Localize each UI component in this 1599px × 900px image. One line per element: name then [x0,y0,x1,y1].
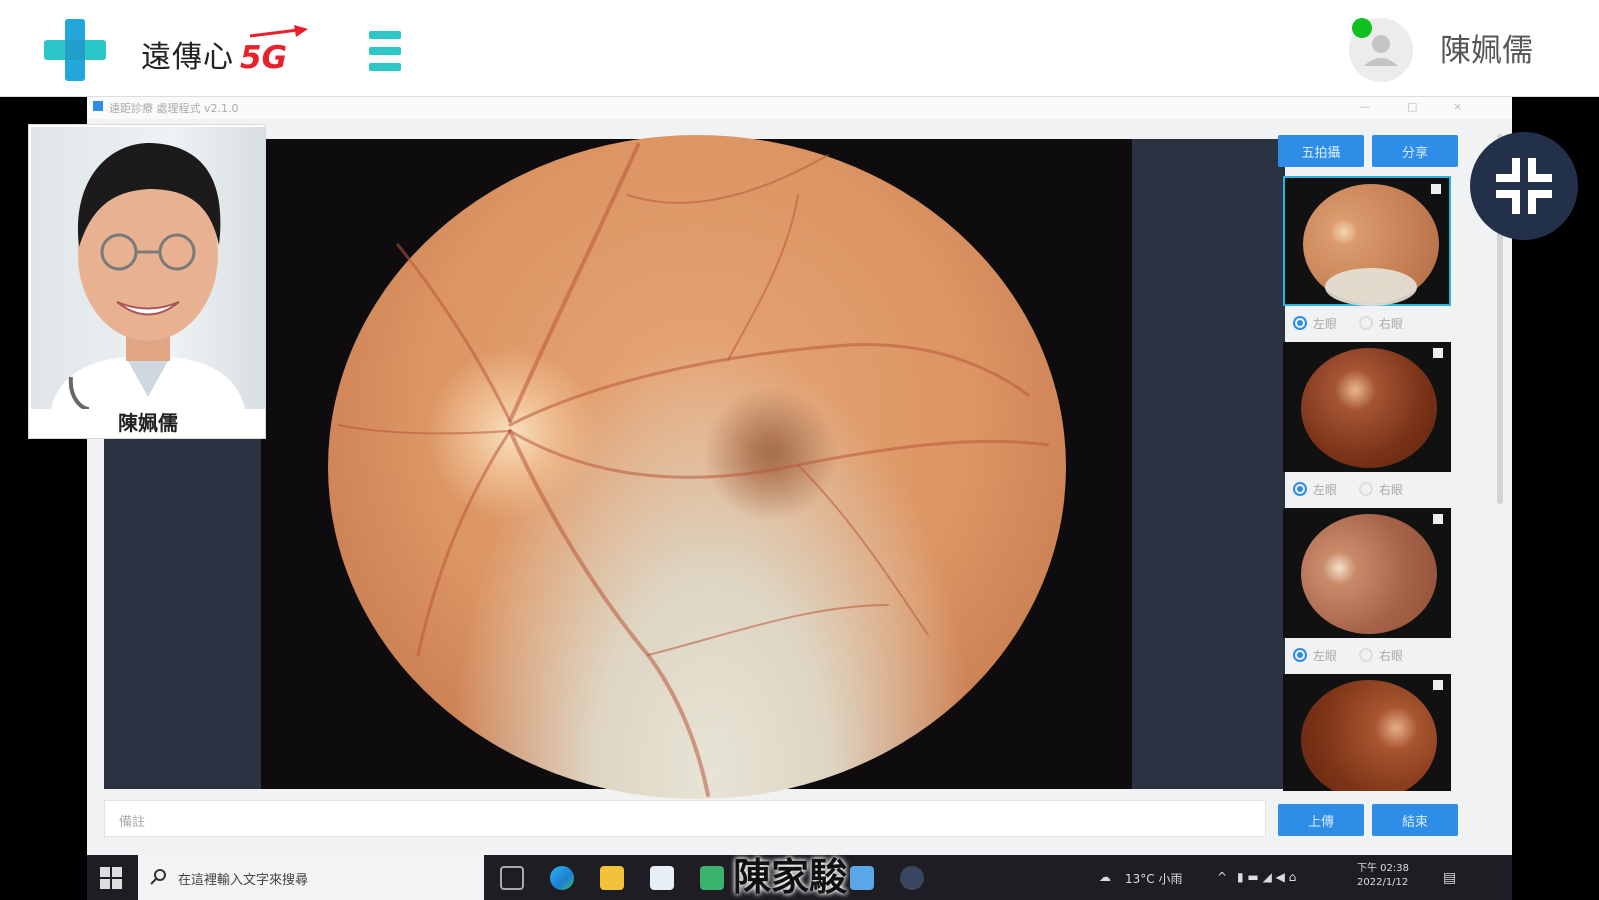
user-name[interactable]: 陳姵儒 [1440,30,1533,72]
left-eye-radio[interactable] [1293,648,1307,662]
store-icon[interactable] [650,866,674,890]
thumbnail-item[interactable] [1283,342,1451,472]
fundus-image [328,135,1066,799]
brand-suffix: 5G [240,40,288,76]
eye-selector: 左眼 右眼 [1293,313,1425,333]
left-eye-radio[interactable] [1293,482,1307,496]
share-button[interactable]: 分享 [1372,135,1458,167]
remote-participant-name: 陳家駿 [733,855,848,899]
search-icon [150,869,166,885]
app-icon [93,101,103,111]
eye-selector: 左眼 右眼 [1293,645,1425,665]
finish-button[interactable]: 結束 [1372,804,1458,836]
app-root: 遠傳心 5G 陳姵儒 遠距診療 處理程式 v2.1.0 — □ × 五拍攝 分享… [0,0,1599,900]
note-input[interactable]: 備註 [104,800,1266,837]
hamburger-menu-icon[interactable] [365,29,405,73]
arrow-icon [249,25,308,38]
delete-thumbnail-icon[interactable] [1431,184,1441,194]
windows-start-icon[interactable] [100,867,122,889]
right-eye-radio[interactable] [1359,316,1374,330]
capture-button[interactable]: 五拍攝 [1278,135,1364,167]
right-eye-radio[interactable] [1359,482,1374,496]
fundus-frame [261,135,1132,799]
exit-fullscreen-button[interactable] [1470,132,1578,240]
remote-window: 遠距診療 處理程式 v2.1.0 — □ × 五拍攝 分享 左眼 右眼 左眼 右… [87,97,1512,900]
brand-5g: 5G [240,25,308,78]
delete-thumbnail-icon[interactable] [1433,348,1443,358]
taskbar-search[interactable]: 在這裡輸入文字來搜尋 [138,855,484,900]
brand-logo: 遠傳心 5G [141,25,308,78]
app-header: 遠傳心 5G 陳姵儒 [0,0,1599,97]
right-eye-radio[interactable] [1359,648,1374,662]
fundus-viewer [104,135,1285,799]
maximize-button[interactable]: □ [1407,100,1417,113]
collapse-icon [1496,158,1552,214]
thumbnail-list[interactable]: 左眼 右眼 左眼 右眼 左眼 右眼 [1277,174,1477,791]
capture-sidebar: 五拍攝 分享 左眼 右眼 左眼 右眼 左眼 右眼 上傳 結束 [1277,135,1477,836]
local-video-pip[interactable]: 陳姵儒 [28,124,266,439]
tray-icons[interactable]: ▮ ▬ ◢ ◀ ⌂ [1237,870,1296,884]
tray-chevron-icon[interactable]: ^ [1217,870,1227,884]
minimize-button[interactable]: — [1359,100,1370,113]
left-eye-radio[interactable] [1293,316,1307,330]
thumbnail-item[interactable] [1283,508,1451,638]
delete-thumbnail-icon[interactable] [1433,680,1443,690]
file-explorer-icon[interactable] [600,866,624,890]
note-placeholder: 備註 [119,815,146,830]
medical-cross-logo-icon [44,19,106,81]
online-status-indicator [1352,18,1372,38]
task-view-icon[interactable] [500,866,524,890]
edge-browser-icon[interactable] [550,866,574,890]
weather-text[interactable]: 13°C 小雨 [1125,870,1182,887]
retinal-vessels [337,143,1050,797]
upload-button[interactable]: 上傳 [1278,804,1364,836]
brand-text: 遠傳心 [141,40,234,75]
app-icon[interactable] [850,866,874,890]
clock-date[interactable]: 2022/1/12 [1357,877,1408,888]
window-titlebar: 遠距診療 處理程式 v2.1.0 — □ × [87,97,1512,119]
notification-icon[interactable]: ▤ [1443,870,1456,886]
pip-name: 陳姵儒 [118,411,178,435]
doctor-portrait [51,142,245,409]
delete-thumbnail-icon[interactable] [1433,514,1443,524]
clock-time[interactable]: 下午 02:38 [1357,859,1409,874]
thumbnail-item[interactable] [1283,674,1451,791]
search-placeholder: 在這裡輸入文字來搜尋 [178,873,309,888]
close-button[interactable]: × [1453,100,1462,113]
app-icon[interactable] [700,866,724,890]
window-title: 遠距診療 處理程式 v2.1.0 [109,102,239,115]
eye-selector: 左眼 右眼 [1293,479,1425,499]
thumbnail-item[interactable] [1283,176,1451,306]
settings-gear-icon[interactable] [900,866,924,890]
cloud-icon: ☁ [1099,870,1111,884]
doctor-video [31,127,265,409]
